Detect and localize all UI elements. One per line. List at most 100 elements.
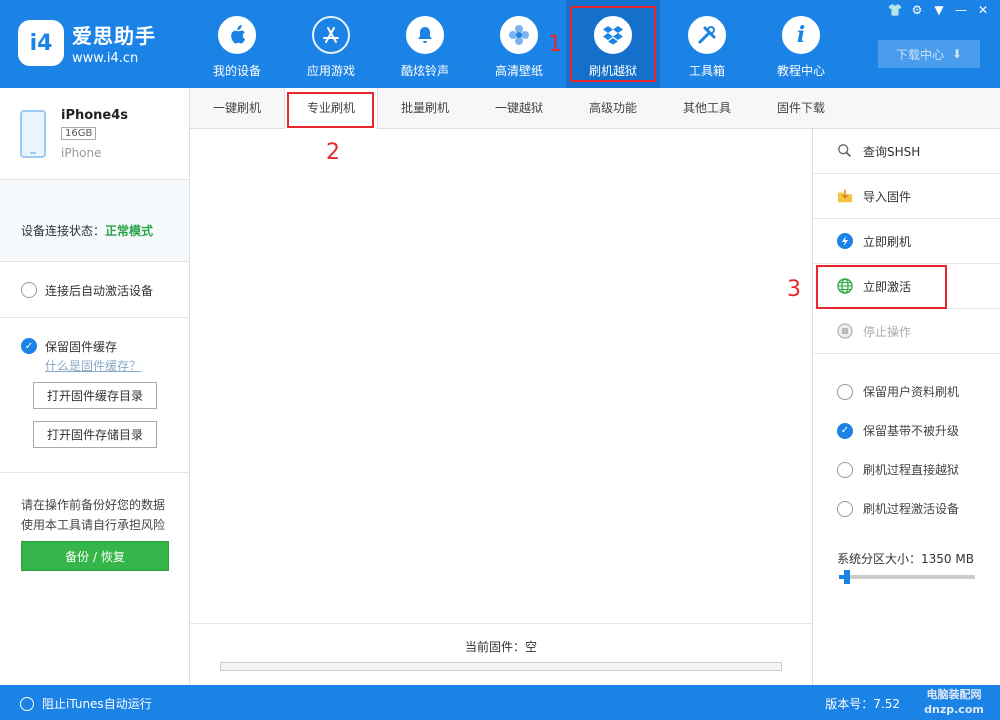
minimize-icon[interactable]: —	[952, 2, 970, 18]
nav-label: 我的设备	[212, 64, 261, 78]
slider-thumb[interactable]	[844, 570, 851, 584]
tab-firmware-download[interactable]: 固件下载	[754, 88, 848, 128]
option-radio[interactable]	[837, 383, 853, 400]
firmware-status: 当前固件：空	[190, 623, 812, 685]
firmware-progress-bar	[220, 662, 782, 671]
annotation-box-3	[816, 265, 947, 309]
system-partition-slider[interactable]	[839, 570, 975, 584]
phone-icon	[20, 110, 46, 158]
tab-one-click-flash[interactable]: 一键刷机	[190, 88, 284, 128]
tab-other-tools[interactable]: 其他工具	[660, 88, 754, 128]
nav-ringtones[interactable]: 酷炫铃声	[378, 0, 472, 88]
nav-toolbox[interactable]: 工具箱	[660, 0, 754, 88]
tab-one-click-jailbreak[interactable]: 一键越狱	[472, 88, 566, 128]
nav-label: 高清壁纸	[494, 64, 543, 78]
option-radio[interactable]	[837, 461, 853, 478]
search-shsh-icon	[837, 143, 853, 159]
menu-icon[interactable]: ▼	[930, 2, 948, 18]
keep-cache-label: 保留固件缓存	[45, 340, 118, 354]
nav-tutorials[interactable]: i 教程中心	[754, 0, 848, 88]
nav-label: 工具箱	[688, 64, 725, 78]
tab-batch-flash[interactable]: 批量刷机	[378, 88, 472, 128]
device-model: iPhone	[61, 146, 102, 160]
watermark: 电脑装配网 dnzp.com	[914, 687, 994, 717]
app-logo: i4 爱思助手 www.i4.cn	[18, 20, 156, 66]
watermark-line: dnzp.com	[924, 703, 984, 716]
nav-apps-games[interactable]: 应用游戏	[284, 0, 378, 88]
firmware-cache-section: ✓ 保留固件缓存 什么是固件缓存？ 打开固件缓存目录 打开固件存储目录	[0, 318, 189, 473]
annotation-number-3: 3	[787, 277, 801, 302]
action-label: 停止操作	[863, 324, 912, 339]
option-jailbreak-during-flash[interactable]: 刷机过程直接越狱	[813, 450, 1000, 489]
stop-operation-button[interactable]: 停止操作	[813, 309, 1000, 354]
device-capacity: 16GB	[61, 127, 97, 140]
action-label: 查询SHSH	[863, 144, 921, 159]
tools-icon	[688, 16, 726, 54]
what-is-cache-link[interactable]: 什么是固件缓存？	[45, 357, 189, 374]
query-shsh-button[interactable]: 查询SHSH	[813, 129, 1000, 174]
top-header: i4 爱思助手 www.i4.cn 我的设备 应用游戏 酷炫铃声 高清壁纸 刷机…	[0, 0, 1000, 88]
flower-icon	[500, 16, 538, 54]
app-url: www.i4.cn	[72, 51, 139, 66]
window-controls: 👕 ⚙ ▼ — ✕	[886, 2, 992, 18]
open-store-dir-button[interactable]: 打开固件存储目录	[33, 421, 157, 448]
logo-badge: i4	[18, 20, 64, 66]
option-label: 保留基带不被升级	[863, 424, 960, 438]
version-label: 版本号：7.52	[825, 697, 900, 711]
skin-icon[interactable]: 👕	[886, 2, 904, 18]
download-center-button[interactable]: 下载中心 ⬇	[878, 40, 980, 68]
annotation-box-1	[570, 6, 656, 82]
option-label: 刷机过程激活设备	[863, 502, 960, 516]
action-label: 导入固件	[863, 189, 912, 204]
tab-advanced[interactable]: 高级功能	[566, 88, 660, 128]
annotation-number-2: 2	[326, 140, 340, 165]
connection-status: 设备连接状态：正常模式	[0, 180, 189, 262]
import-firmware-button[interactable]: 导入固件	[813, 174, 1000, 219]
close-icon[interactable]: ✕	[974, 2, 992, 18]
device-name: iPhone4s	[61, 108, 129, 123]
option-keep-user-data[interactable]: 保留用户资料刷机	[813, 372, 1000, 411]
action-label: 立即刷机	[863, 234, 912, 249]
info-icon: i	[782, 16, 820, 54]
bell-icon	[406, 16, 444, 54]
status-value: 正常模式	[105, 224, 154, 238]
download-center-label: 下载中心	[895, 47, 944, 62]
flash-icon	[837, 233, 853, 249]
warning-line: 使用本工具请自行承担风险	[21, 518, 166, 532]
backup-restore-button[interactable]: 备份 / 恢复	[21, 541, 169, 571]
option-label: 刷机过程直接越狱	[863, 463, 960, 477]
app-name: 爱思助手	[72, 24, 156, 48]
option-keep-baseband[interactable]: ✓ 保留基带不被升级	[813, 411, 1000, 450]
device-info: iPhone4s 16GB iPhone	[0, 88, 189, 180]
apple-icon	[218, 16, 256, 54]
option-label: 保留用户资料刷机	[863, 385, 960, 399]
option-checkbox-checked[interactable]: ✓	[837, 422, 853, 439]
nav-label: 应用游戏	[306, 64, 355, 78]
block-itunes-radio[interactable]	[20, 696, 34, 711]
current-firmware-label: 当前固件：空	[464, 640, 537, 654]
auto-activate-option[interactable]: 连接后自动激活设备	[0, 262, 189, 318]
risk-warning: 请在操作前备份好您的数据 使用本工具请自行承担风险	[0, 473, 189, 535]
auto-activate-label: 连接后自动激活设备	[45, 284, 154, 298]
right-panel: 查询SHSH 导入固件 立即刷机 立即激活 停止操作 保留用户资料刷机 ✓ 保留…	[812, 129, 1000, 685]
block-itunes-option[interactable]: 阻止iTunes自动运行	[20, 695, 152, 712]
flash-now-button[interactable]: 立即刷机	[813, 219, 1000, 264]
import-folder-icon	[837, 188, 853, 204]
warning-line: 请在操作前备份好您的数据	[21, 498, 166, 512]
option-radio[interactable]	[837, 500, 853, 517]
annotation-number-1: 1	[548, 32, 562, 57]
stop-icon	[837, 323, 853, 339]
settings-icon[interactable]: ⚙	[908, 2, 926, 18]
nav-my-device[interactable]: 我的设备	[190, 0, 284, 88]
keep-cache-checkbox[interactable]: ✓	[21, 338, 37, 354]
watermark-line: 电脑装配网	[926, 688, 982, 701]
app-store-icon	[312, 16, 350, 54]
main-nav: 我的设备 应用游戏 酷炫铃声 高清壁纸 刷机越狱 工具箱 i 教程中心	[190, 0, 848, 88]
open-cache-dir-button[interactable]: 打开固件缓存目录	[33, 382, 157, 409]
nav-label: 酷炫铃声	[400, 64, 449, 78]
firmware-area: 当前固件：空	[190, 129, 812, 685]
left-panel: iPhone4s 16GB iPhone 设备连接状态：正常模式 连接后自动激活…	[0, 88, 190, 685]
auto-activate-radio[interactable]	[21, 282, 37, 298]
option-activate-during-flash[interactable]: 刷机过程激活设备	[813, 489, 1000, 528]
status-bar: 阻止iTunes自动运行 版本号：7.52 电脑装配网 dnzp.com	[0, 685, 1000, 720]
